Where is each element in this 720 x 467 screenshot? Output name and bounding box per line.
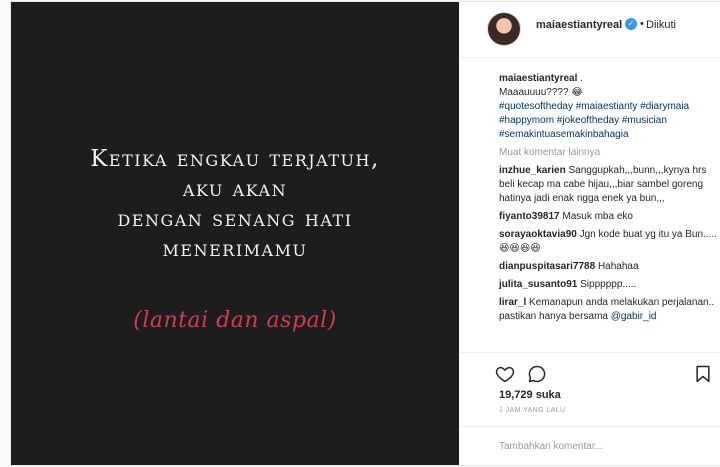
caption-text: . bbox=[580, 73, 583, 84]
comment-text: Sipppppp..... bbox=[580, 279, 637, 290]
quote-line: aku akan bbox=[182, 176, 288, 202]
post-header: maiaestiantyreal ✓ • Diikuti bbox=[459, 2, 720, 58]
comment-text: Masuk mba eko bbox=[562, 211, 633, 222]
load-more-comments-button[interactable]: Muat komentar lainnya bbox=[499, 146, 717, 160]
post-card: Ketika engkau terjatuh, aku akan dengan … bbox=[10, 1, 720, 466]
comment-item: sorayaoktavia90 Jgn kode buat yg itu ya … bbox=[499, 228, 717, 256]
post-timestamp[interactable]: 1 JAM YANG LALU bbox=[499, 407, 565, 414]
comment-item: julita_susanto91 Sipppppp..... bbox=[499, 278, 717, 292]
comments-section: maiaestiantyreal . Maaauuuu???? 😂 #quote… bbox=[499, 72, 717, 328]
caption: maiaestiantyreal . Maaauuuu???? 😂 #quote… bbox=[499, 72, 717, 142]
comment-username[interactable]: sorayaoktavia90 bbox=[499, 229, 577, 240]
separator-dot: • bbox=[640, 18, 644, 30]
comment-text: Hahahaa bbox=[597, 261, 639, 272]
bookmark-icon[interactable] bbox=[693, 364, 713, 384]
add-comment-bar bbox=[459, 426, 720, 465]
like-count[interactable]: 19,729 suka bbox=[499, 389, 561, 401]
heart-icon[interactable] bbox=[495, 364, 515, 384]
comment-input[interactable] bbox=[499, 436, 699, 456]
header-username[interactable]: maiaestiantyreal bbox=[536, 19, 622, 31]
quote-line: Ketika engkau terjatuh, bbox=[90, 146, 380, 172]
quote-line: dengan senang hati bbox=[117, 206, 353, 232]
comment-item: dianpuspitasari7788 Hahahaa bbox=[499, 260, 717, 274]
caption-hashtags[interactable]: #quotesoftheday #maiaestianty #diarymaia… bbox=[499, 100, 717, 142]
post-image[interactable]: Ketika engkau terjatuh, aku akan dengan … bbox=[11, 2, 459, 465]
quote-punchline: (lantai dan aspal) bbox=[133, 308, 337, 333]
action-bar bbox=[459, 352, 720, 392]
comment-item: lirar_l Kemanapun anda melakukan perjala… bbox=[499, 296, 717, 324]
caption-line: Maaauuuu???? 😂 bbox=[499, 87, 583, 98]
comment-item: fiyanto39817 Masuk mba eko bbox=[499, 210, 717, 224]
verified-badge-icon: ✓ bbox=[625, 18, 637, 30]
comment-username[interactable]: julita_susanto91 bbox=[499, 279, 577, 290]
comment-icon[interactable] bbox=[527, 364, 547, 384]
quote-text: Ketika engkau terjatuh, aku akan dengan … bbox=[11, 144, 459, 264]
avatar[interactable] bbox=[487, 12, 521, 46]
caption-username[interactable]: maiaestiantyreal bbox=[499, 73, 577, 84]
quote-line: menerimamu bbox=[162, 236, 308, 262]
comment-username[interactable]: dianpuspitasari7788 bbox=[499, 261, 595, 272]
comment-username[interactable]: fiyanto39817 bbox=[499, 211, 560, 222]
follow-status-button[interactable]: Diikuti bbox=[646, 19, 676, 31]
comment-username[interactable]: inzhue_karien bbox=[499, 165, 566, 176]
comment-text: Kemanapun anda melakukan perjalanan.. pa… bbox=[499, 297, 715, 322]
comment-username[interactable]: lirar_l bbox=[499, 297, 526, 308]
comment-item: inzhue_karien Sanggupkah,,,bunn,,,kynya … bbox=[499, 164, 717, 206]
post-sidebar: maiaestiantyreal ✓ • Diikuti maiaestiant… bbox=[459, 2, 720, 465]
comment-mention-link[interactable]: @gabir_id bbox=[611, 311, 657, 322]
